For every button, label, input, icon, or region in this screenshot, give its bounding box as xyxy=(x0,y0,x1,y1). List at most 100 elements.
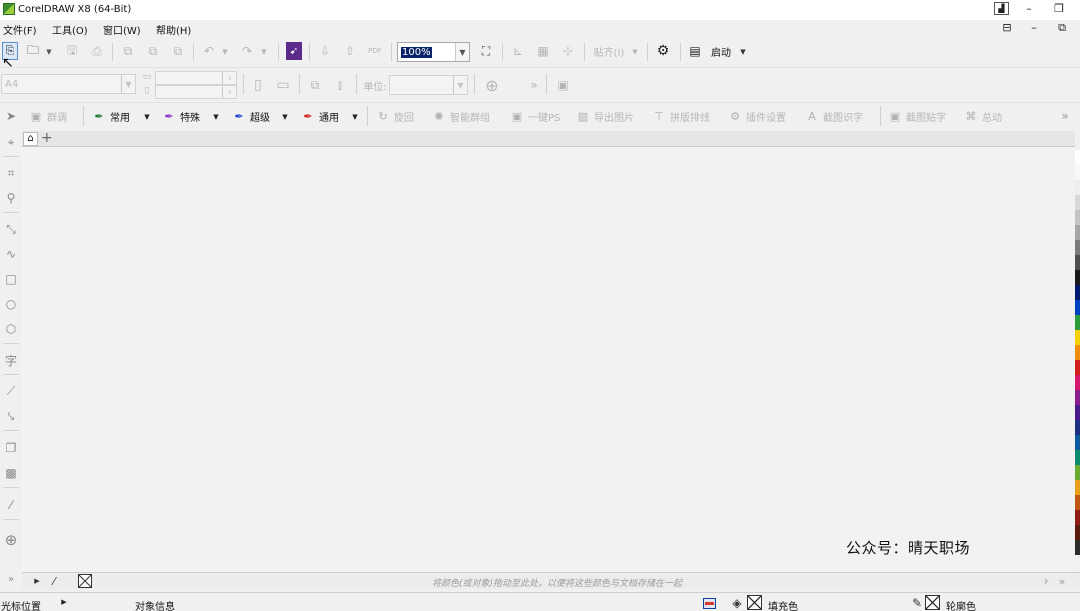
launch-dropdown-icon[interactable]: ▼ xyxy=(739,43,747,61)
connector-tool-icon[interactable]: ⤥ xyxy=(1,407,21,425)
palette-swatch[interactable] xyxy=(1075,495,1080,510)
plugin-item-screenshot-text[interactable]: ▣ 截图贴字 xyxy=(889,108,946,124)
crop-tool-icon[interactable]: ⌗ xyxy=(1,164,21,182)
palette-swatch[interactable] xyxy=(1075,240,1080,255)
all-pages-icon[interactable]: ⧉ xyxy=(306,76,324,94)
redo-dropdown-icon[interactable]: ▼ xyxy=(260,43,268,61)
palette-swatch[interactable] xyxy=(1075,345,1080,360)
plugin-item-super[interactable]: ✒ 超级 xyxy=(233,108,270,124)
launcher-icon[interactable]: ▤ xyxy=(687,42,703,60)
snap-to-button[interactable]: 贴齐(I) xyxy=(591,42,627,60)
palette-swatch[interactable] xyxy=(1075,225,1080,240)
common-dropdown-icon[interactable]: ▼ xyxy=(143,108,151,126)
palette-swatch[interactable] xyxy=(1075,375,1080,390)
workspace-canvas[interactable] xyxy=(22,147,1075,572)
cut-icon[interactable]: ⧉ xyxy=(119,42,137,60)
palette-swatch[interactable] xyxy=(1075,525,1080,540)
fill-bucket-icon[interactable]: ◈ xyxy=(730,596,744,610)
property-bar-overflow[interactable]: » xyxy=(527,76,541,94)
menu-file[interactable]: 文件(F) xyxy=(3,22,37,37)
page-size-dropdown-icon[interactable]: ▼ xyxy=(121,75,135,93)
redo-icon[interactable]: ↷ xyxy=(238,42,256,60)
outline-none-swatch-icon[interactable] xyxy=(925,595,940,610)
add-tab-icon[interactable]: + xyxy=(41,130,53,146)
doc-icon-button[interactable]: ⊟ xyxy=(999,21,1015,35)
super-dropdown-icon[interactable]: ▼ xyxy=(281,108,289,126)
doc-palette-expand-icon[interactable]: » xyxy=(1056,573,1068,589)
doc-palette-menu-icon[interactable]: ▶ xyxy=(32,573,42,589)
export-icon[interactable]: ⇧ xyxy=(341,42,359,60)
menu-tools[interactable]: 工具(O) xyxy=(52,22,88,37)
palette-swatch[interactable] xyxy=(1075,360,1080,375)
general-dropdown-icon[interactable]: ▼ xyxy=(351,108,359,126)
customize-toolbox-icon[interactable]: ⊕ xyxy=(1,531,21,549)
doc-palette-eyedropper-icon[interactable]: ⁄ xyxy=(48,573,60,589)
portrait-icon[interactable]: ▯ xyxy=(251,76,265,94)
eyedropper-tool-icon[interactable]: ⁄ xyxy=(1,496,21,514)
page-height-field[interactable]: ⇕ xyxy=(155,85,237,99)
open-dropdown-icon[interactable]: ▼ xyxy=(45,43,53,61)
palette-swatch[interactable] xyxy=(1075,510,1080,525)
doc-restore-button[interactable]: ⧉ xyxy=(1054,21,1070,35)
plugin-item-smart-group[interactable]: ✺ 智能群组 xyxy=(433,108,490,124)
palette-swatch[interactable] xyxy=(1075,315,1080,330)
paste-icon[interactable]: ⧉ xyxy=(169,42,187,60)
height-spin-icon[interactable]: ⇕ xyxy=(222,86,236,98)
palette-swatch[interactable] xyxy=(1075,285,1080,300)
plugin-item-one-click-ps[interactable]: ▣ 一键PS xyxy=(511,108,561,124)
home-tab-icon[interactable]: ⌂ xyxy=(23,132,38,146)
palette-swatch[interactable] xyxy=(1075,390,1080,405)
publish-pdf-icon[interactable]: PDF xyxy=(366,42,384,60)
palette-swatch[interactable] xyxy=(1075,150,1080,165)
options-gear-icon[interactable]: ⚙ xyxy=(654,42,672,60)
snap-dropdown-icon[interactable]: ▼ xyxy=(631,43,639,61)
color-palette[interactable] xyxy=(1075,150,1080,555)
search-content-icon[interactable]: ➹ xyxy=(286,42,302,60)
page-width-field[interactable]: ⇕ xyxy=(155,71,237,85)
palette-swatch[interactable] xyxy=(1075,480,1080,495)
palette-swatch[interactable] xyxy=(1075,270,1080,285)
menu-help[interactable]: 帮助(H) xyxy=(156,22,191,37)
page-options-icon[interactable]: ▣ xyxy=(554,76,572,94)
doc-palette-scroll-right-icon[interactable]: › xyxy=(1040,573,1052,589)
nudge-distance-icon[interactable]: ⊕ xyxy=(483,76,501,95)
transparency-tool-icon[interactable]: ▩ xyxy=(1,464,21,482)
page-size-combo[interactable]: A4 ▼ xyxy=(1,74,136,94)
rectangle-tool-icon[interactable]: □ xyxy=(1,270,21,288)
undo-dropdown-icon[interactable]: ▼ xyxy=(221,43,229,61)
plugin-item-ocr[interactable]: A 截图识字 xyxy=(806,108,863,124)
plugin-item-auto[interactable]: ⌘ 总动 xyxy=(965,108,1003,124)
palette-swatch[interactable] xyxy=(1075,255,1080,270)
plugin-item-export-image[interactable]: ▨ 导出图片 xyxy=(577,108,634,124)
width-spin-icon[interactable]: ⇕ xyxy=(222,72,236,84)
show-rulers-icon[interactable]: ⊾ xyxy=(509,42,527,60)
app-icon-button[interactable]: ▟ xyxy=(994,2,1009,15)
palette-swatch[interactable] xyxy=(1075,450,1080,465)
units-dropdown-icon[interactable]: ▼ xyxy=(453,76,467,94)
palette-swatch[interactable] xyxy=(1075,405,1080,420)
print-icon[interactable]: ⎙ xyxy=(88,42,106,60)
toolbox-overflow-icon[interactable]: » xyxy=(1,570,21,588)
plugin-item-common[interactable]: ✒ 常用 xyxy=(93,108,130,124)
doc-minimize-button[interactable]: – xyxy=(1026,21,1042,35)
ellipse-tool-icon[interactable]: ○ xyxy=(1,295,21,313)
palette-swatch[interactable] xyxy=(1075,330,1080,345)
plugin-item-rotate[interactable]: ↻ 旋回 xyxy=(377,108,414,124)
zoom-tool-icon[interactable]: ⚲ xyxy=(1,189,21,207)
freehand-tool-icon[interactable]: ⤡ xyxy=(1,220,21,238)
undo-icon[interactable]: ↶ xyxy=(200,42,218,60)
palette-swatch[interactable] xyxy=(1075,420,1080,435)
cursor-position-menu-icon[interactable]: ▶ xyxy=(59,594,69,610)
menu-window[interactable]: 窗口(W) xyxy=(103,22,141,37)
plugin-toolbar-overflow[interactable]: » xyxy=(1058,107,1072,125)
palette-swatch[interactable] xyxy=(1075,165,1080,180)
plugin-item-plugin-settings[interactable]: ⚙ 插件设置 xyxy=(729,108,786,124)
drop-shadow-tool-icon[interactable]: ❐ xyxy=(1,439,21,457)
show-guidelines-icon[interactable]: ⊹ xyxy=(559,42,577,60)
parallel-dimension-tool-icon[interactable]: ⟋ xyxy=(1,382,21,400)
plugin-item-general[interactable]: ✒ 通用 xyxy=(302,108,339,124)
zoom-dropdown-icon[interactable]: ▼ xyxy=(455,43,469,61)
plugin-item-special[interactable]: ✒ 特殊 xyxy=(163,108,200,124)
palette-swatch[interactable] xyxy=(1075,435,1080,450)
palette-swatch[interactable] xyxy=(1075,195,1080,210)
